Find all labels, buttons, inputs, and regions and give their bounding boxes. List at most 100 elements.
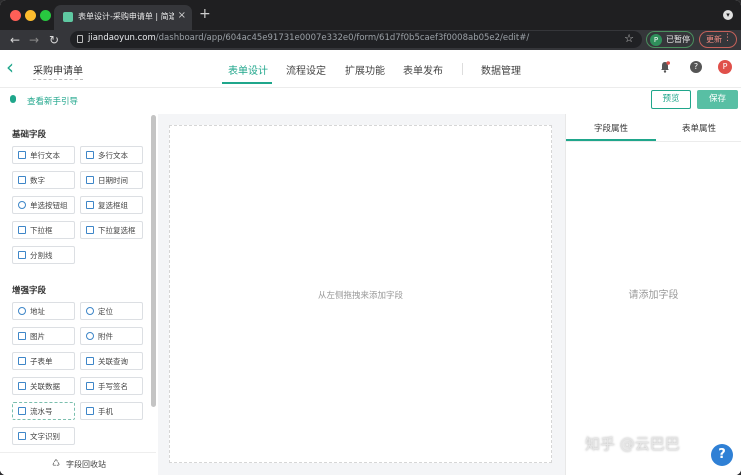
form-drop-zone[interactable]: 从左侧拖拽来添加字段 (169, 125, 552, 463)
address-icon (18, 307, 26, 315)
form-canvas-area: 从左侧拖拽来添加字段 (158, 114, 565, 475)
divider-icon (18, 251, 26, 259)
linked-data-icon (18, 382, 26, 390)
field-radio-group[interactable]: 单选按钮组 (12, 196, 75, 214)
basic-fields-title: 基础字段 (12, 130, 47, 140)
update-button[interactable]: 更新 ⋮ (699, 31, 737, 48)
field-linked-query[interactable]: 关联查询 (80, 352, 143, 370)
back-arrow-icon[interactable]: ← (10, 32, 20, 48)
field-label: 复选框组 (98, 201, 128, 210)
ocr-icon (18, 432, 26, 440)
tab-field-properties[interactable]: 字段属性 (594, 122, 628, 134)
lock-icon (77, 35, 83, 43)
tab-data-management[interactable]: 数据管理 (481, 62, 521, 77)
field-recycle-bin[interactable]: ♺ 字段回收站 (0, 452, 156, 475)
field-subform[interactable]: 子表单 (12, 352, 75, 370)
field-signature[interactable]: 手写签名 (80, 377, 143, 395)
new-tab-button[interactable]: + (199, 6, 211, 22)
browser-tab-strip: 表单设计-采购申请单 | 简道云 × + ▾ (0, 0, 741, 30)
field-label: 单行文本 (30, 151, 60, 160)
field-ocr[interactable]: 文字识别 (12, 427, 75, 445)
watermark: 知乎 @云巴巴 (585, 435, 680, 453)
advanced-fields-title: 增强字段 (12, 286, 47, 296)
tab-form-properties[interactable]: 表单属性 (682, 122, 716, 134)
properties-panel: 字段属性 表单属性 请添加字段 (565, 114, 741, 475)
browser-toolbar: ← → ↻ jiandaoyun.com/dashboard/app/604ac… (0, 30, 741, 50)
field-serial-number[interactable]: 流水号 (12, 402, 75, 420)
tab-publish[interactable]: 表单发布 (403, 62, 443, 77)
forward-arrow-icon[interactable]: → (29, 32, 39, 48)
properties-tab-divider (566, 141, 741, 142)
floating-help-icon[interactable]: ? (711, 444, 733, 466)
field-datetime[interactable]: 日期时间 (80, 171, 143, 189)
minimize-window-button[interactable] (25, 10, 36, 21)
dropdown-icon (18, 226, 26, 234)
field-label: 下拉复选框 (98, 226, 136, 235)
recycle-label: 字段回收站 (66, 460, 106, 469)
field-label: 文字识别 (30, 432, 60, 441)
browser-tab[interactable]: 表单设计-采购申请单 | 简道云 × (54, 5, 192, 30)
tab-workflow[interactable]: 流程设定 (286, 62, 326, 77)
field-label: 日期时间 (98, 176, 128, 185)
field-phone[interactable]: 手机 (80, 402, 143, 420)
multi-line-text-icon (86, 151, 94, 159)
image-icon (18, 332, 26, 340)
linked-query-icon (86, 357, 94, 365)
field-single-line-text[interactable]: 单行文本 (12, 146, 75, 164)
help-icon[interactable]: ? (690, 61, 702, 73)
notification-bell-icon[interactable] (660, 61, 670, 73)
signature-icon (86, 382, 94, 390)
reload-icon[interactable]: ↻ (49, 32, 59, 48)
field-multi-line-text[interactable]: 多行文本 (80, 146, 143, 164)
dropdown-checkbox-icon (86, 226, 94, 234)
palette-scrollbar[interactable] (151, 115, 156, 407)
field-label: 附件 (98, 332, 113, 341)
active-tab-indicator (222, 82, 272, 84)
maximize-window-button[interactable] (40, 10, 51, 21)
field-label: 流水号 (30, 407, 53, 416)
user-avatar[interactable]: P (718, 60, 732, 74)
field-checkbox-group[interactable]: 复选框组 (80, 196, 143, 214)
drop-hint: 从左侧拖拽来添加字段 (317, 291, 403, 301)
field-label: 定位 (98, 307, 113, 316)
save-button[interactable]: 保存 (697, 90, 738, 109)
field-label: 手写签名 (98, 382, 128, 391)
address-bar[interactable]: jiandaoyun.com/dashboard/app/604ac45e917… (70, 31, 642, 48)
field-dropdown-checkbox[interactable]: 下拉复选框 (80, 221, 143, 239)
profile-button[interactable]: P 已暂停 (646, 31, 694, 48)
field-divider[interactable]: 分割线 (12, 246, 75, 264)
field-label: 多行文本 (98, 151, 128, 160)
guide-link[interactable]: 查看新手引导 (27, 95, 78, 107)
tab-extensions[interactable]: 扩展功能 (345, 62, 385, 77)
close-window-button[interactable] (10, 10, 21, 21)
url-text: jiandaoyun.com/dashboard/app/604ac45e917… (88, 33, 530, 43)
sub-toolbar: 查看新手引导 预览 保存 (0, 88, 741, 114)
field-number[interactable]: 数字 (12, 171, 75, 189)
tab-search-icon[interactable]: ▾ (723, 10, 733, 20)
field-dropdown[interactable]: 下拉框 (12, 221, 75, 239)
datetime-icon (86, 176, 94, 184)
location-icon (86, 307, 94, 315)
single-line-text-icon (18, 151, 26, 159)
more-menu-icon: ⋮ (723, 33, 732, 43)
field-label: 关联数据 (30, 382, 60, 391)
tab-form-design[interactable]: 表单设计 (228, 62, 268, 77)
tab-close-icon[interactable]: × (178, 10, 186, 21)
serial-number-icon (18, 407, 26, 415)
radio-icon (18, 201, 26, 209)
workspace: 基础字段 单行文本 多行文本 数字 日期时间 单选按钮组 复选框组 下拉框 下拉… (0, 114, 741, 475)
field-linked-data[interactable]: 关联数据 (12, 377, 75, 395)
bookmark-star-icon[interactable]: ☆ (624, 32, 634, 45)
field-label: 地址 (30, 307, 45, 316)
lightbulb-icon (10, 95, 16, 103)
field-address[interactable]: 地址 (12, 302, 75, 320)
field-label: 关联查询 (98, 357, 128, 366)
preview-button[interactable]: 预览 (651, 90, 691, 109)
field-location[interactable]: 定位 (80, 302, 143, 320)
field-attachment[interactable]: 附件 (80, 327, 143, 345)
field-image[interactable]: 图片 (12, 327, 75, 345)
recycle-icon: ♺ (52, 459, 61, 469)
back-chevron-icon[interactable]: ‹ (6, 56, 14, 78)
form-name[interactable]: 采购申请单 (33, 62, 83, 80)
tab-title: 表单设计-采购申请单 | 简道云 (78, 12, 174, 21)
